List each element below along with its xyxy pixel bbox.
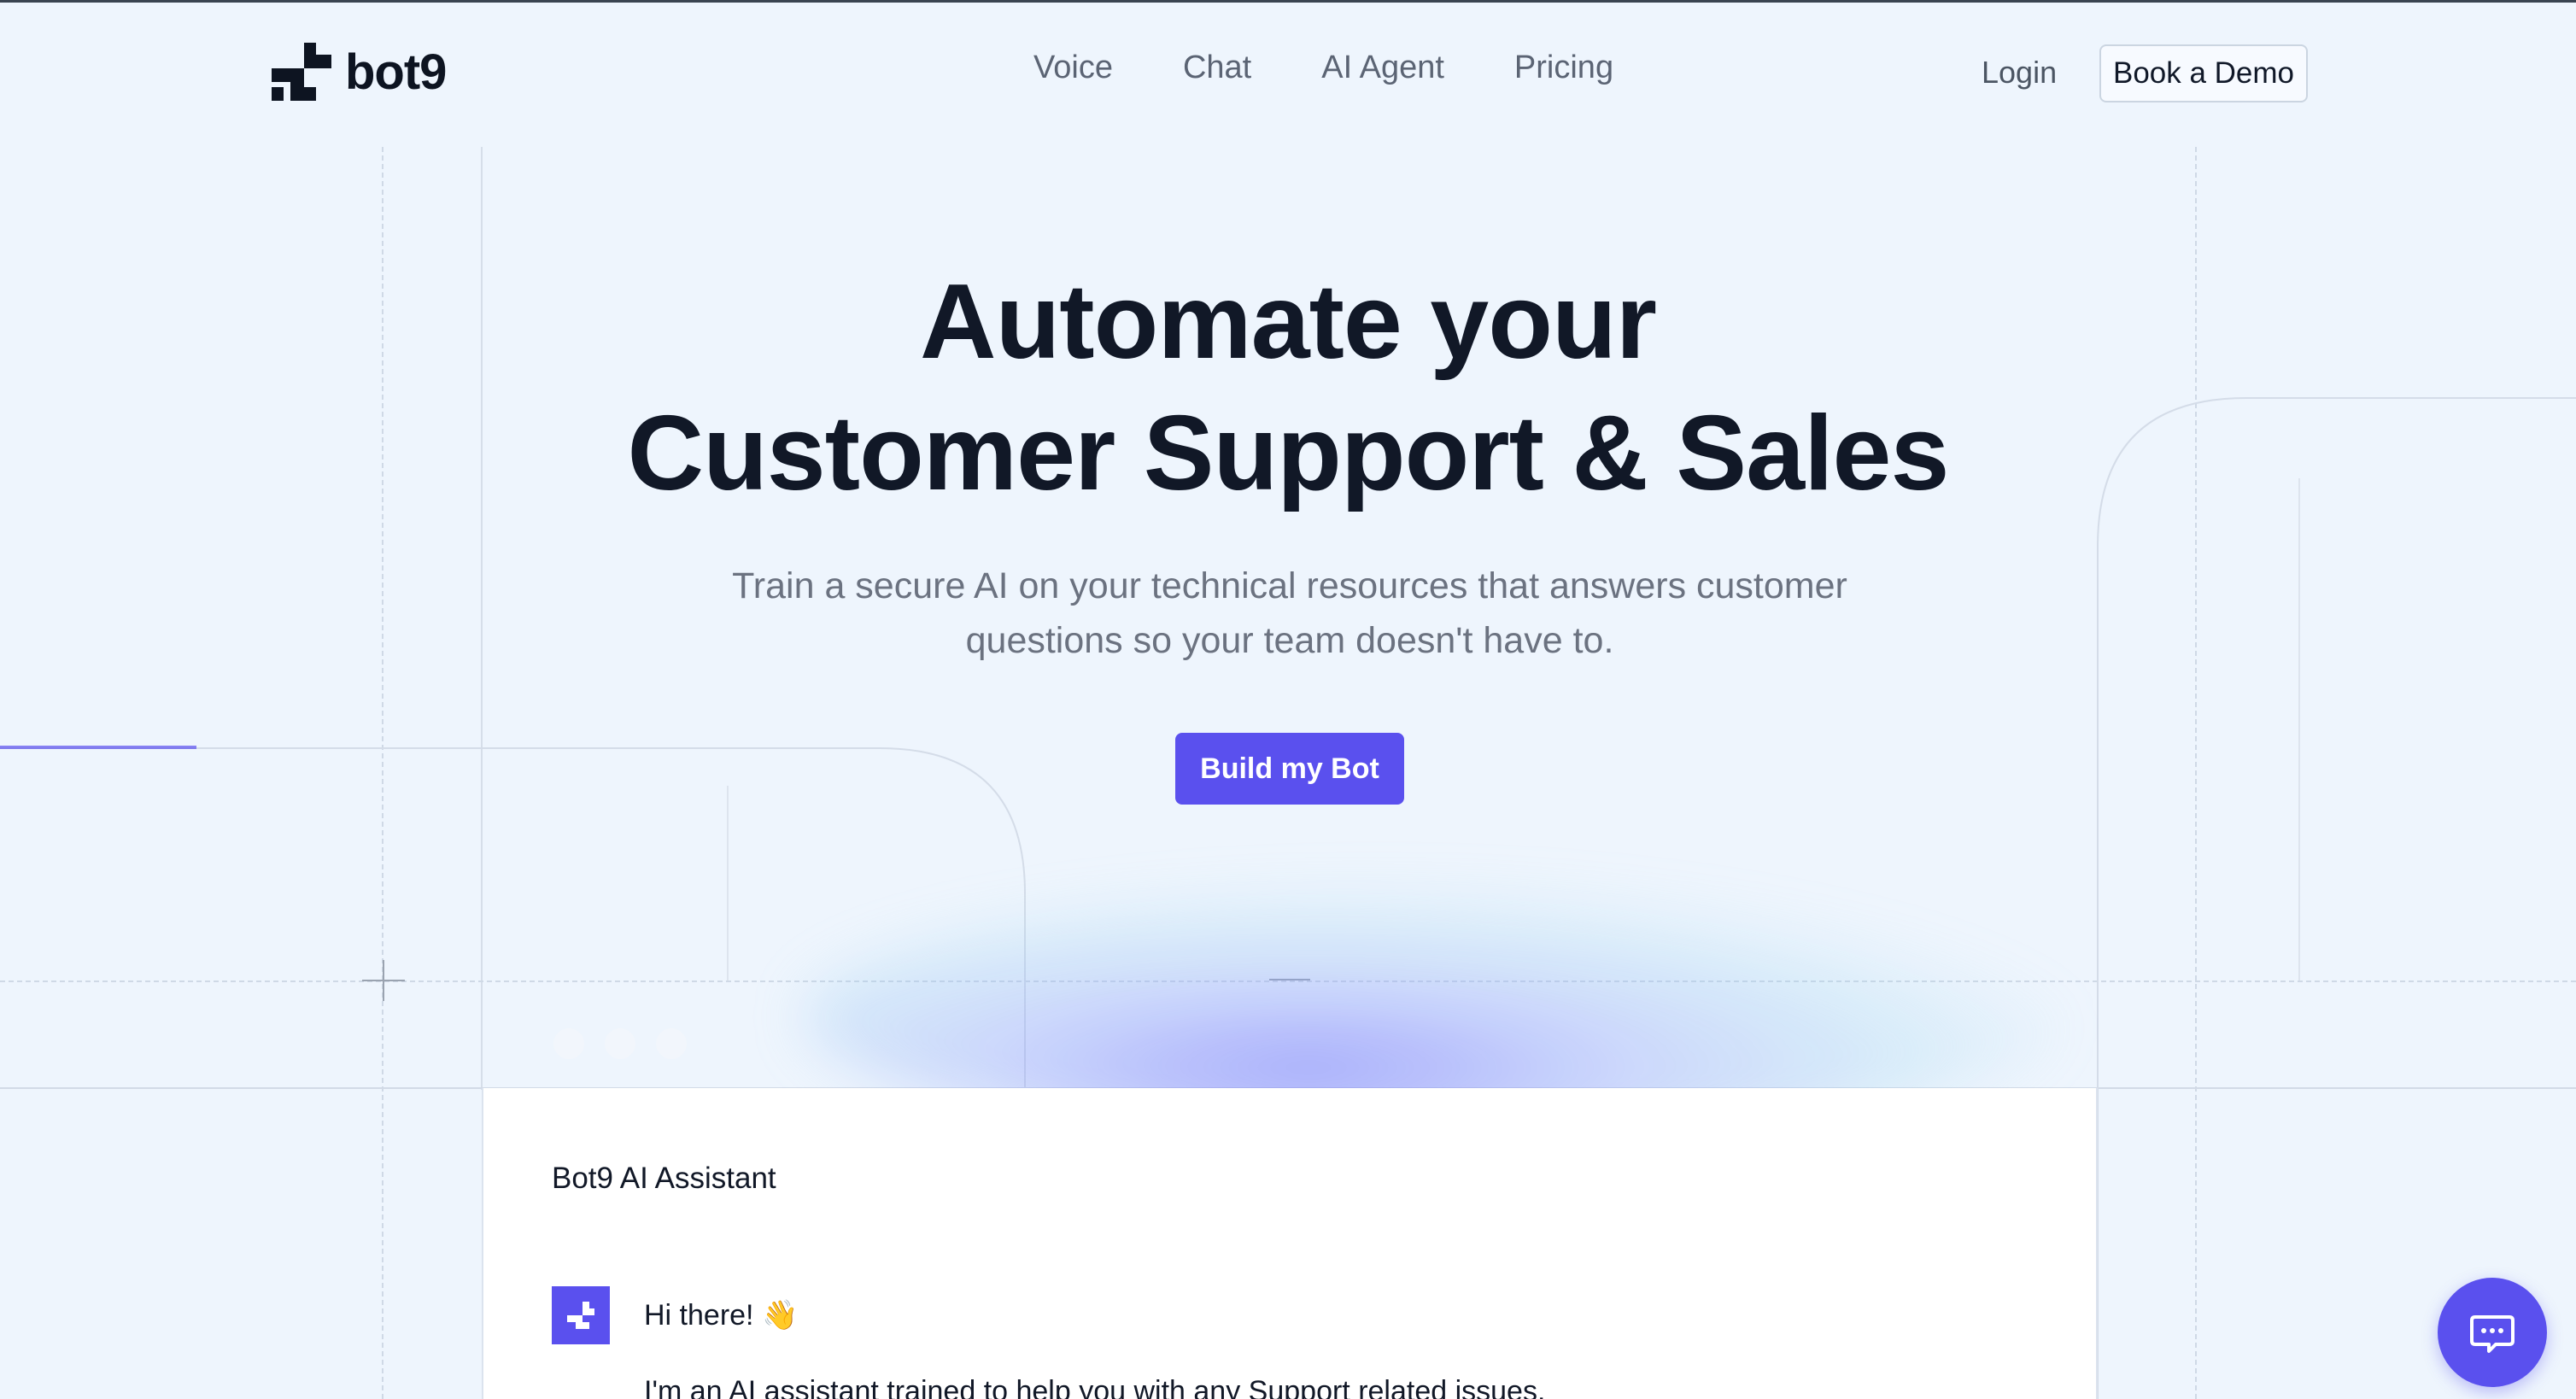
hero-title-line2: Customer Support & Sales xyxy=(627,395,1950,512)
bot-avatar xyxy=(552,1286,610,1344)
hero-subtitle-line1: Train a secure AI on your technical reso… xyxy=(732,565,1847,606)
chat-demo-panel: Bot9 AI Assistant Hi there! 👋 I'm an AI … xyxy=(482,1088,2098,1399)
bot9-logo-icon xyxy=(567,1302,594,1329)
window-dot xyxy=(553,1028,584,1059)
hero-subtitle-line2: questions so your team doesn't have to. xyxy=(965,620,1614,661)
login-link[interactable]: Login xyxy=(1982,55,2057,91)
top-navigation: bot9 Voice Chat AI Agent Pricing Login B… xyxy=(0,0,2576,147)
hero-title-line1: Automate your xyxy=(920,263,1657,381)
brand-name: bot9 xyxy=(345,44,447,100)
window-dots xyxy=(553,1028,687,1059)
nav-links: Voice Chat AI Agent Pricing xyxy=(1033,50,1683,86)
build-my-bot-button[interactable]: Build my Bot xyxy=(1175,733,1404,805)
hero-subtitle: Train a secure AI on your technical reso… xyxy=(666,559,1913,668)
nav-link-pricing[interactable]: Pricing xyxy=(1514,50,1613,86)
window-dot xyxy=(656,1028,687,1059)
nav-link-voice[interactable]: Voice xyxy=(1033,50,1113,86)
chat-panel-title: Bot9 AI Assistant xyxy=(552,1162,776,1195)
hero-title: Automate your Customer Support & Sales xyxy=(0,256,2576,519)
brand-logo[interactable]: bot9 xyxy=(272,43,447,101)
nav-link-chat[interactable]: Chat xyxy=(1183,50,1251,86)
bot9-logo-icon xyxy=(272,43,331,101)
chat-widget-button[interactable] xyxy=(2438,1278,2547,1387)
book-demo-button[interactable]: Book a Demo xyxy=(2099,44,2308,102)
nav-link-ai-agent[interactable]: AI Agent xyxy=(1321,50,1444,86)
bot-greeting: Hi there! 👋 xyxy=(644,1299,799,1332)
bot-intro-message: I'm an AI assistant trained to help you … xyxy=(644,1375,1546,1399)
chat-bubble-icon xyxy=(2470,1315,2515,1353)
window-dot xyxy=(605,1028,635,1059)
page: bot9 Voice Chat AI Agent Pricing Login B… xyxy=(0,0,2576,1399)
